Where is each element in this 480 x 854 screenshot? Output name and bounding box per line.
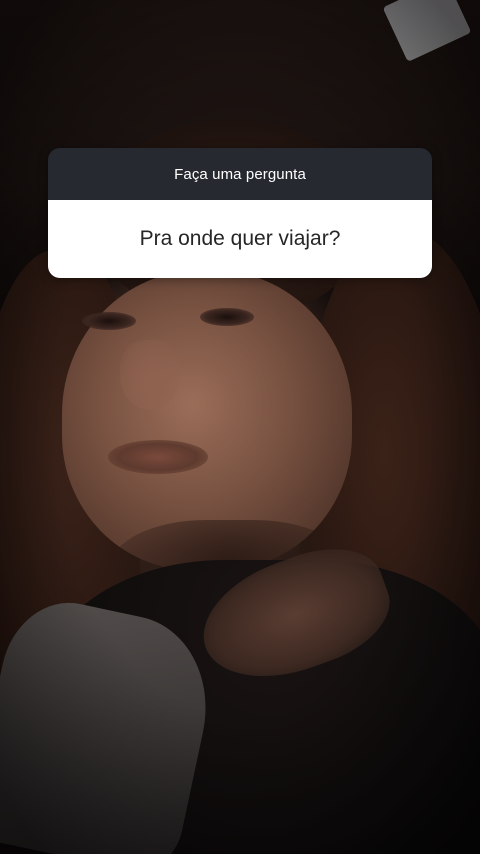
- story-viewer[interactable]: Faça uma pergunta Pra onde quer viajar?: [0, 0, 480, 854]
- question-sticker[interactable]: Faça uma pergunta Pra onde quer viajar?: [48, 148, 432, 278]
- question-sticker-header-label: Faça uma pergunta: [174, 165, 306, 183]
- question-sticker-question-text: Pra onde quer viajar?: [139, 227, 341, 250]
- vignette: [0, 0, 480, 854]
- question-sticker-body[interactable]: Pra onde quer viajar?: [48, 200, 432, 278]
- question-sticker-header: Faça uma pergunta: [48, 148, 432, 200]
